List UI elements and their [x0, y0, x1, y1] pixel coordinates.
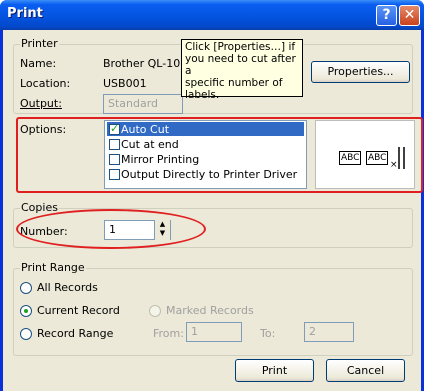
close-button[interactable]: ✕	[399, 5, 420, 26]
from-label: From:	[153, 327, 184, 340]
record-range-label[interactable]: Record Range	[37, 327, 113, 340]
dialog-body: Printer Name: Brother QL-1050 Location: …	[3, 30, 423, 391]
radio-marked-records	[149, 305, 161, 317]
properties-tooltip: Click [Properties…] if you need to cut a…	[181, 39, 303, 101]
print-dialog: Print ? ✕ Printer Name: Brother QL-1050 …	[0, 0, 424, 391]
printer-location-label: Location:	[20, 77, 71, 90]
radio-current-record[interactable]	[20, 305, 32, 317]
print-button-label: Print	[261, 364, 288, 377]
radio-record-range[interactable]	[20, 328, 32, 340]
print-range-group-label: Print Range	[20, 261, 86, 274]
to-input: 2	[304, 322, 354, 342]
cancel-button[interactable]: Cancel	[326, 359, 405, 382]
close-icon: ✕	[403, 7, 416, 23]
marked-records-label: Marked Records	[166, 304, 254, 317]
printer-name-label: Name:	[20, 57, 57, 70]
properties-button[interactable]: Properties...	[311, 61, 410, 83]
cancel-button-label: Cancel	[346, 364, 385, 377]
window-title: Print	[7, 6, 43, 21]
title-bar[interactable]: Print ? ✕	[0, 0, 424, 30]
properties-button-label: Properties...	[327, 65, 394, 78]
copies-highlight-annotation	[16, 209, 206, 249]
to-label: To:	[260, 327, 276, 340]
output-label: Output:	[20, 97, 62, 110]
print-button[interactable]: Print	[235, 359, 314, 382]
all-records-label[interactable]: All Records	[37, 281, 98, 294]
printer-group-label: Printer	[20, 37, 59, 50]
printer-location-value: USB001	[103, 77, 147, 90]
radio-all-records[interactable]	[20, 282, 32, 294]
current-record-label[interactable]: Current Record	[37, 304, 120, 317]
help-button[interactable]: ?	[376, 5, 397, 26]
help-icon: ?	[382, 7, 391, 23]
output-field: Standard	[103, 94, 183, 114]
from-input: 1	[186, 322, 242, 342]
options-highlight-annotation	[16, 117, 423, 193]
